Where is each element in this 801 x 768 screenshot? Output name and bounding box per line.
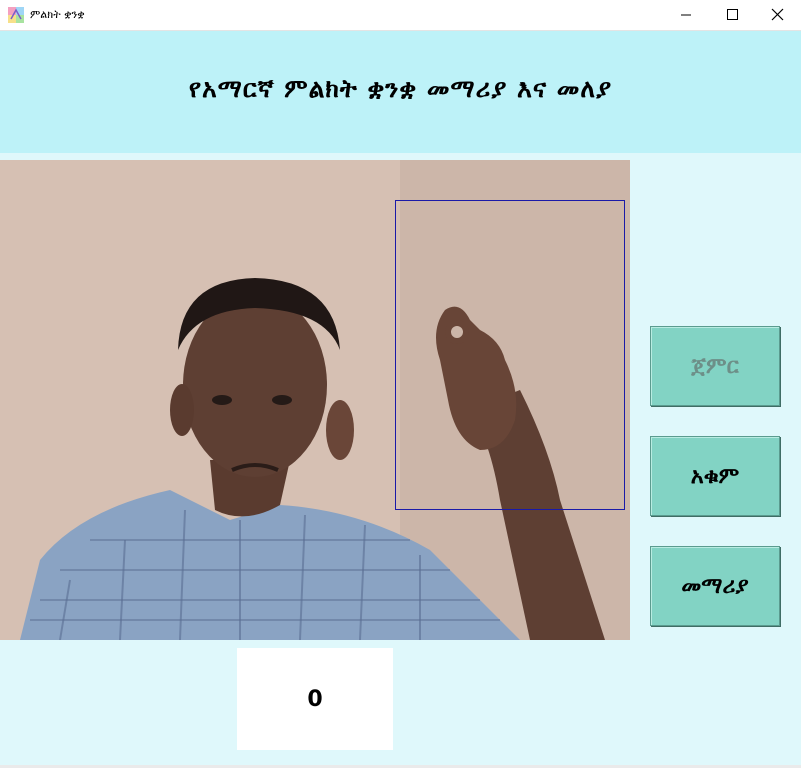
stop-button[interactable]: አቁም (650, 436, 780, 516)
page-title: የአማርኛ ምልክት ቋንቋ መማሪያ እና መለያ (188, 74, 613, 103)
camera-feed (0, 160, 630, 640)
hand-detection-box (395, 200, 625, 510)
close-button[interactable] (755, 0, 801, 30)
maximize-icon (727, 9, 738, 20)
maximize-button[interactable] (709, 0, 755, 30)
close-icon (771, 8, 784, 21)
minimize-button[interactable] (663, 0, 709, 30)
start-button[interactable]: ጀምር (650, 326, 780, 406)
prediction-output: 0 (237, 648, 393, 750)
window-titlebar: ምልክት ቋንቋ (0, 0, 801, 31)
app-icon (8, 7, 24, 23)
minimize-icon (681, 14, 691, 16)
learn-button[interactable]: መማሪያ (650, 546, 780, 626)
window-title: ምልክት ቋንቋ (30, 8, 85, 21)
